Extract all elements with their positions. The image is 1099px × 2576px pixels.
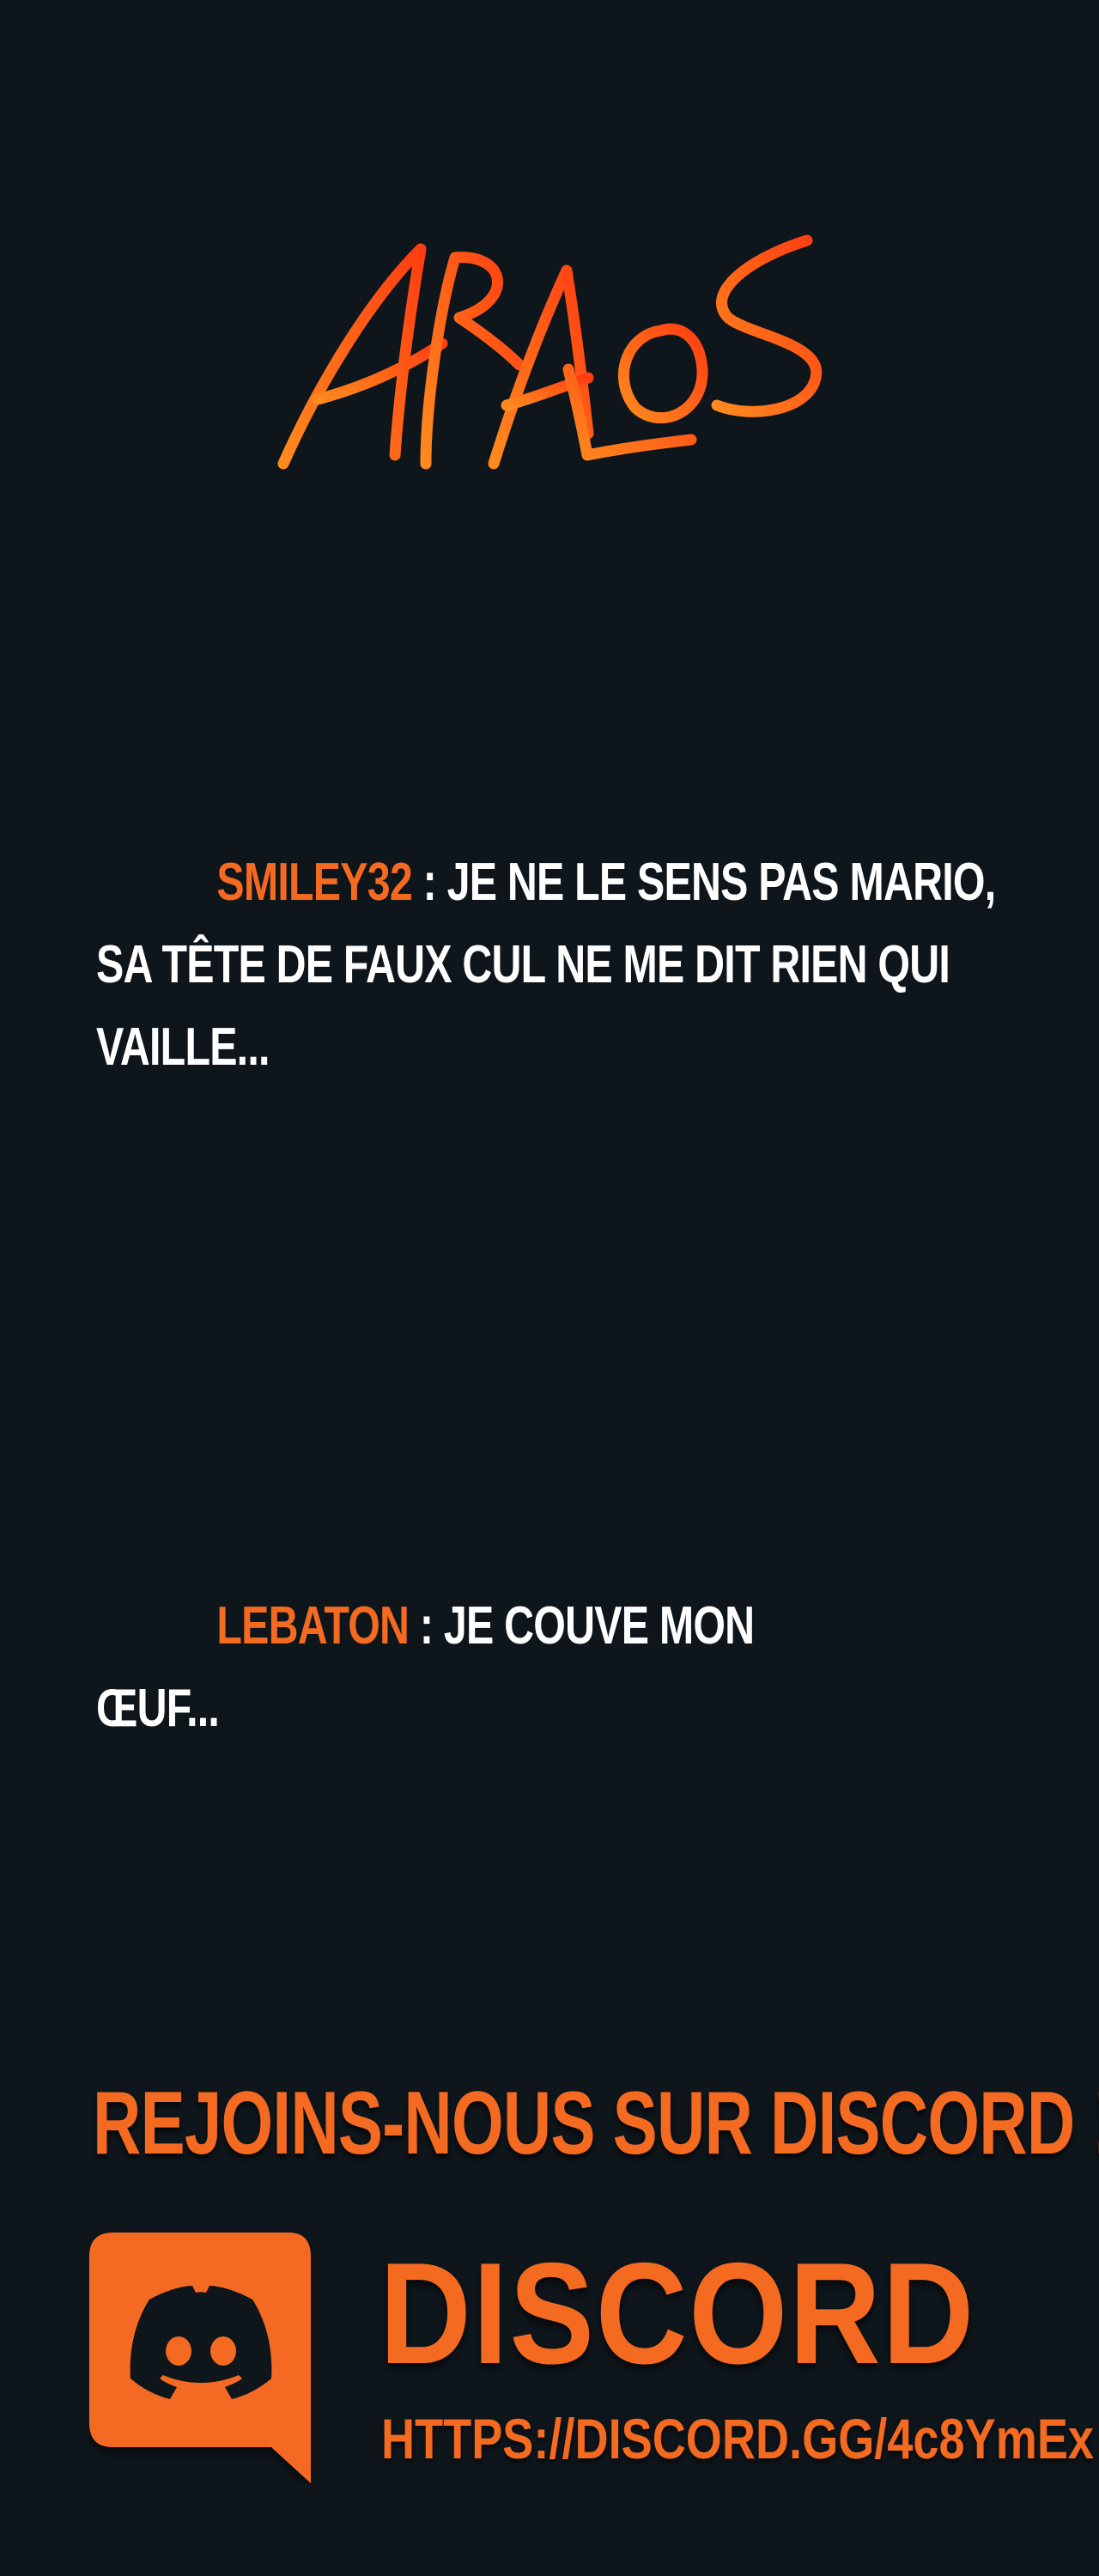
chat-message: SMILEY32 : JE NE LE SENS PAS MARIO, SA T… bbox=[96, 841, 1000, 1089]
message-separator: : bbox=[411, 853, 447, 912]
message-separator: : bbox=[409, 1596, 444, 1656]
chat-message: LEBATON : JE COUVE MON ŒUF... bbox=[96, 1585, 806, 1750]
message-username: LEBATON bbox=[216, 1596, 410, 1656]
aralos-logo bbox=[277, 234, 823, 470]
discord-invite-link[interactable]: HTTPS://DISCORD.GG/4c8YmEx bbox=[381, 2404, 1094, 2473]
discord-heading: REJOINS-NOUS SUR DISCORD ! bbox=[93, 2074, 1099, 2173]
message-username: SMILEY32 bbox=[216, 853, 412, 912]
discord-wordmark: DISCORD bbox=[379, 2233, 976, 2394]
discord-icon[interactable] bbox=[89, 2233, 313, 2483]
